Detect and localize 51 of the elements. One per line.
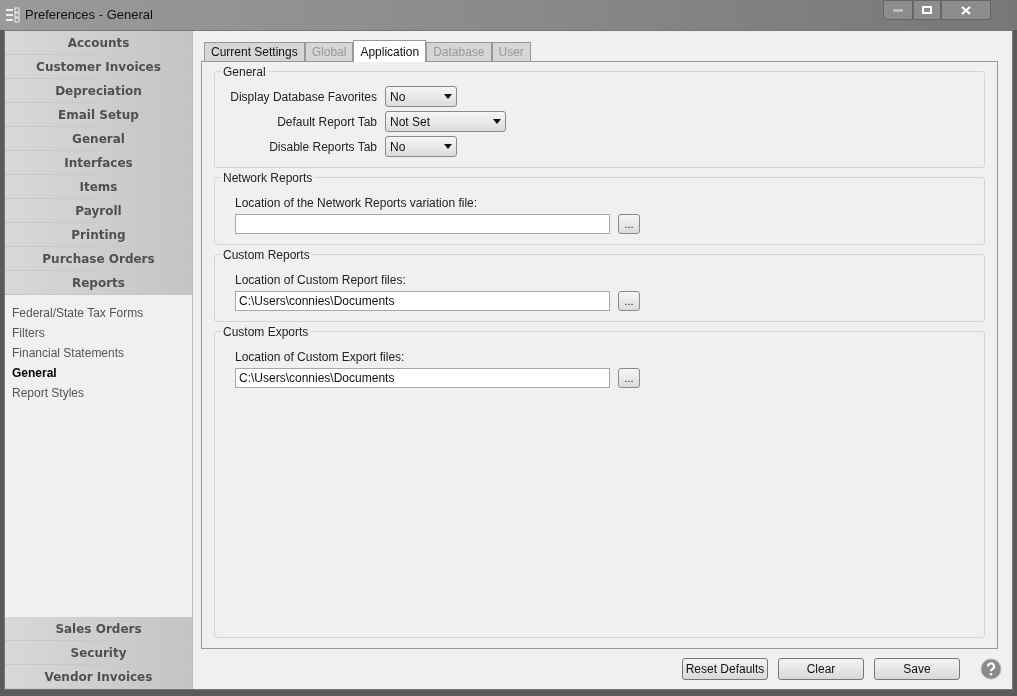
category-button[interactable]: Security — [5, 641, 192, 665]
category-button[interactable]: Vendor Invoices — [5, 665, 192, 689]
category-button[interactable]: General — [5, 127, 192, 151]
action-button[interactable]: Reset Defaults — [682, 658, 768, 680]
field-label: Display Database Favorites — [229, 88, 377, 106]
tab[interactable]: Current Settings — [204, 42, 305, 61]
dropdown[interactable]: No — [385, 86, 457, 107]
dropdown[interactable]: Not Set — [385, 111, 506, 132]
minimize-icon — [893, 8, 903, 12]
path-field[interactable]: C:\Users\connies\Documents — [235, 291, 610, 311]
close-icon — [961, 5, 971, 15]
category-button[interactable]: Printing — [5, 223, 192, 247]
sidebar-item[interactable]: Report Styles — [12, 383, 192, 403]
category-button[interactable]: Interfaces — [5, 151, 192, 175]
caret-icon — [444, 94, 452, 99]
tab[interactable]: Application — [353, 40, 427, 62]
browse-button[interactable]: ... — [618, 214, 640, 234]
window-title: Preferences - General — [25, 6, 153, 25]
category-button[interactable]: Customer Invoices — [5, 55, 192, 79]
sidebar-item[interactable]: Filters — [12, 323, 192, 343]
browse-button[interactable]: ... — [618, 368, 640, 388]
sidebar-item[interactable]: General — [12, 363, 192, 383]
category-button[interactable]: Accounts — [5, 31, 192, 55]
category-button[interactable]: Email Setup — [5, 103, 192, 127]
category-button[interactable]: Items — [5, 175, 192, 199]
dropdown[interactable]: No — [385, 136, 457, 157]
close-button[interactable] — [941, 0, 991, 20]
field-label: Disable Reports Tab — [268, 138, 377, 156]
path-field[interactable] — [235, 214, 610, 234]
action-button[interactable]: Clear — [778, 658, 864, 680]
category-button[interactable]: Depreciation — [5, 79, 192, 103]
maximize-icon — [922, 6, 932, 14]
field-label: Location of Custom Export files: — [235, 349, 406, 366]
category-button[interactable]: Purchase Orders — [5, 247, 192, 271]
field-label: Default Report Tab — [276, 113, 377, 131]
browse-button[interactable]: ... — [618, 291, 640, 311]
maximize-button[interactable] — [913, 0, 941, 20]
app-menu-icon — [6, 7, 20, 23]
action-button[interactable]: Save — [874, 658, 960, 680]
help-icon[interactable] — [980, 658, 1002, 680]
category-button[interactable]: Reports — [5, 271, 192, 295]
category-button[interactable]: Sales Orders — [5, 617, 192, 641]
sidebar-item[interactable]: Federal/State Tax Forms — [12, 303, 192, 323]
path-field[interactable]: C:\Users\connies\Documents — [235, 368, 610, 388]
caret-icon — [444, 144, 452, 149]
field-label: Location of the Network Reports variation file: — [235, 195, 479, 212]
caret-icon — [493, 119, 501, 124]
sidebar-item[interactable]: Financial Statements — [12, 343, 192, 363]
minimize-button[interactable] — [883, 0, 913, 20]
field-label: Location of Custom Report files: — [235, 272, 407, 289]
category-button[interactable]: Payroll — [5, 199, 192, 223]
